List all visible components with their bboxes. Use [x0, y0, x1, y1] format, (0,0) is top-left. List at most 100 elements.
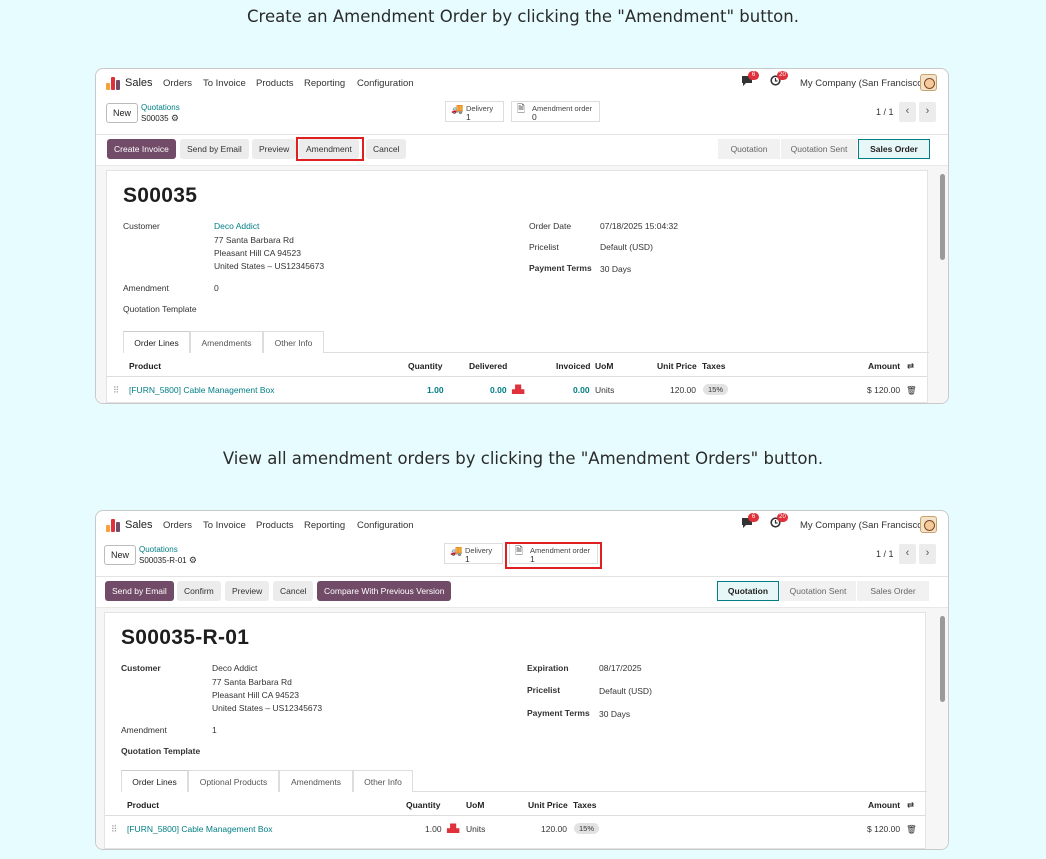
- gear-icon[interactable]: ⚙: [171, 113, 179, 123]
- messages-icon[interactable]: 6: [741, 71, 759, 89]
- col-taxes[interactable]: Taxes: [573, 800, 596, 810]
- tab-optional-products[interactable]: Optional Products: [188, 770, 279, 792]
- company-switcher[interactable]: My Company (San Francisco): [800, 520, 926, 531]
- scrollbar[interactable]: [940, 174, 945, 260]
- menu-orders[interactable]: Orders: [163, 520, 192, 531]
- user-avatar[interactable]: [920, 516, 937, 533]
- col-quantity[interactable]: Quantity: [406, 800, 440, 810]
- pager-value[interactable]: 1 / 1: [876, 107, 894, 117]
- pager-next-icon[interactable]: ›: [919, 544, 936, 564]
- row-tax-badge[interactable]: 15%: [703, 384, 729, 395]
- stage-quotation-sent[interactable]: Quotation Sent: [781, 139, 857, 159]
- menu-reporting[interactable]: Reporting: [304, 78, 345, 89]
- col-product[interactable]: Product: [129, 361, 161, 371]
- menu-reporting[interactable]: Reporting: [304, 520, 345, 531]
- new-button[interactable]: New: [104, 545, 137, 565]
- row-tax-badge[interactable]: 15%: [574, 823, 600, 834]
- row-uom[interactable]: Units: [466, 824, 485, 834]
- col-unit-price[interactable]: Unit Price: [528, 800, 568, 810]
- pager-value[interactable]: 1 / 1: [876, 549, 894, 559]
- expiration-value[interactable]: 08/17/2025: [599, 663, 642, 673]
- row-quantity[interactable]: 1.00: [425, 824, 442, 834]
- app-name[interactable]: Sales: [125, 519, 153, 531]
- payment-terms-value[interactable]: 30 Days: [599, 709, 630, 719]
- row-uom[interactable]: Units: [595, 385, 614, 395]
- trash-icon[interactable]: 🗑: [906, 824, 917, 835]
- forecast-chart-icon[interactable]: ▟▙: [512, 385, 524, 394]
- customer-name[interactable]: Deco Addict: [214, 221, 259, 231]
- sales-app-icon[interactable]: [106, 519, 120, 532]
- tab-amendments[interactable]: Amendments: [190, 331, 263, 353]
- activity-clock-icon[interactable]: 20: [770, 513, 788, 531]
- col-taxes[interactable]: Taxes: [702, 361, 725, 371]
- preview-button[interactable]: Preview: [225, 581, 270, 601]
- col-amount[interactable]: Amount: [868, 361, 900, 371]
- menu-products[interactable]: Products: [256, 520, 294, 531]
- activity-clock-icon[interactable]: 20: [770, 71, 788, 89]
- tab-order-lines[interactable]: Order Lines: [123, 331, 190, 353]
- cancel-button[interactable]: Cancel: [273, 581, 314, 601]
- row-quantity[interactable]: 1.00: [427, 385, 444, 395]
- customer-name[interactable]: Deco Addict: [212, 663, 257, 673]
- row-delivered[interactable]: 0.00: [490, 385, 507, 395]
- stage-quotation-sent[interactable]: Quotation Sent: [780, 581, 856, 601]
- tab-other-info[interactable]: Other Info: [263, 331, 324, 353]
- compare-previous-version-button[interactable]: Compare With Previous Version: [317, 581, 452, 601]
- col-invoiced[interactable]: Invoiced: [556, 361, 590, 371]
- pager-previous-icon[interactable]: ‹: [899, 544, 916, 564]
- pricelist-value[interactable]: Default (USD): [600, 242, 653, 252]
- pager-previous-icon[interactable]: ‹: [899, 102, 916, 122]
- col-uom[interactable]: UoM: [595, 361, 613, 371]
- stage-sales-order[interactable]: Sales Order: [858, 139, 930, 159]
- col-product[interactable]: Product: [127, 800, 159, 810]
- col-delivered[interactable]: Delivered: [469, 361, 507, 371]
- send-by-email-button[interactable]: Send by Email: [180, 139, 249, 159]
- preview-button[interactable]: Preview: [252, 139, 297, 159]
- tab-order-lines[interactable]: Order Lines: [121, 770, 188, 792]
- table-row[interactable]: ⠿ [FURN_5800] Cable Management Box 1.00 …: [107, 379, 927, 401]
- menu-orders[interactable]: Orders: [163, 78, 192, 89]
- cancel-button[interactable]: Cancel: [366, 139, 407, 159]
- pricelist-value[interactable]: Default (USD): [599, 686, 652, 696]
- order-date-value[interactable]: 07/18/2025 15:04:32: [600, 221, 678, 231]
- company-switcher[interactable]: My Company (San Francisco): [800, 78, 926, 89]
- row-unit-price[interactable]: 120.00: [670, 385, 696, 395]
- menu-configuration[interactable]: Configuration: [357, 520, 414, 531]
- send-by-email-button[interactable]: Send by Email: [105, 581, 174, 601]
- col-unit-price[interactable]: Unit Price: [657, 361, 697, 371]
- breadcrumb-quotations[interactable]: Quotations: [139, 545, 197, 555]
- col-quantity[interactable]: Quantity: [408, 361, 442, 371]
- stage-quotation[interactable]: Quotation: [718, 139, 780, 159]
- menu-to-invoice[interactable]: To Invoice: [203, 520, 246, 531]
- drag-handle-icon[interactable]: ⠿: [111, 824, 117, 835]
- optional-columns-icon[interactable]: ⇄: [907, 361, 914, 372]
- new-button[interactable]: New: [106, 103, 139, 123]
- breadcrumb-quotations[interactable]: Quotations: [141, 103, 180, 113]
- stage-sales-order[interactable]: Sales Order: [857, 581, 929, 601]
- delivery-smart-button[interactable]: 🚚 Delivery 1: [444, 543, 503, 564]
- row-product[interactable]: [FURN_5800] Cable Management Box: [129, 385, 275, 395]
- drag-handle-icon[interactable]: ⠿: [113, 385, 119, 396]
- pager-next-icon[interactable]: ›: [919, 102, 936, 122]
- row-product[interactable]: [FURN_5800] Cable Management Box: [127, 824, 273, 834]
- delivery-smart-button[interactable]: 🚚 Delivery 1: [445, 101, 504, 122]
- gear-icon[interactable]: ⚙: [189, 555, 197, 565]
- user-avatar[interactable]: [920, 74, 937, 91]
- menu-configuration[interactable]: Configuration: [357, 78, 414, 89]
- tab-amendments[interactable]: Amendments: [279, 770, 353, 792]
- messages-icon[interactable]: 6: [741, 513, 759, 531]
- menu-to-invoice[interactable]: To Invoice: [203, 78, 246, 89]
- row-unit-price[interactable]: 120.00: [541, 824, 567, 834]
- scrollbar[interactable]: [940, 616, 945, 702]
- trash-icon[interactable]: 🗑: [906, 385, 917, 396]
- payment-terms-value[interactable]: 30 Days: [600, 264, 631, 274]
- tab-other-info[interactable]: Other Info: [353, 770, 413, 792]
- stage-quotation[interactable]: Quotation: [717, 581, 779, 601]
- menu-products[interactable]: Products: [256, 78, 294, 89]
- optional-columns-icon[interactable]: ⇄: [907, 800, 914, 811]
- app-name[interactable]: Sales: [125, 77, 153, 89]
- forecast-chart-icon[interactable]: ▟▙: [447, 824, 459, 833]
- col-uom[interactable]: UoM: [466, 800, 484, 810]
- confirm-button[interactable]: Confirm: [177, 581, 221, 601]
- col-amount[interactable]: Amount: [868, 800, 900, 810]
